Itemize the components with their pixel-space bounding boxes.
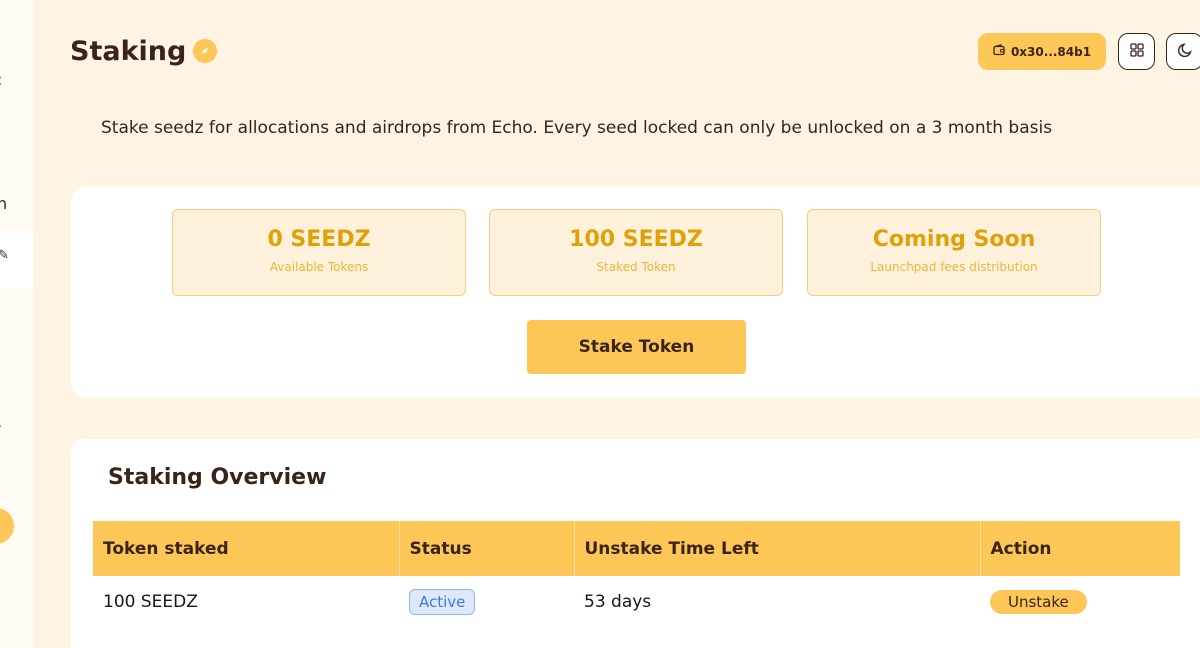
stat-value: 100 SEEDZ	[569, 227, 703, 252]
sidebar-item-icon: ✎	[0, 248, 9, 263]
wallet-icon	[993, 44, 1005, 59]
sidebar: : n ✎ ,	[0, 0, 33, 648]
status-badge: Active	[409, 589, 476, 615]
column-header-status: Status	[399, 521, 575, 576]
column-header-token-staked: Token staked	[93, 521, 400, 576]
stake-token-button[interactable]: Stake Token	[527, 320, 746, 374]
grid-icon	[1129, 43, 1144, 60]
staking-overview-card: Staking Overview Token staked Status Uns…	[71, 439, 1200, 648]
apps-button[interactable]	[1118, 33, 1155, 70]
sidebar-fragment: ,	[0, 412, 2, 431]
sidebar-toggle-button[interactable]	[0, 508, 14, 544]
stat-label: Launchpad fees distribution	[870, 260, 1038, 274]
page-description: Stake seedz for allocations and airdrops…	[101, 118, 1053, 138]
stat-launchpad-fees: Coming Soon Launchpad fees distribution	[807, 209, 1101, 296]
cell-token-staked: 100 SEEDZ	[103, 592, 198, 612]
stat-value: 0 SEEDZ	[267, 227, 371, 252]
sidebar-item-active[interactable]: ✎	[0, 232, 33, 288]
stat-label: Available Tokens	[269, 260, 369, 274]
staking-table: Token staked Status Unstake Time Left Ac…	[93, 521, 1180, 628]
sidebar-fragment: :	[0, 70, 2, 89]
page-title: Staking	[70, 36, 187, 67]
sidebar-fragment: n	[0, 194, 8, 213]
table-header-row: Token staked Status Unstake Time Left Ac…	[93, 521, 1180, 576]
stat-label: Staked Token	[596, 260, 676, 274]
compass-icon	[193, 39, 217, 63]
stat-available-tokens: 0 SEEDZ Available Tokens	[172, 209, 466, 296]
section-title: Staking Overview	[108, 465, 327, 490]
cell-status: Active	[399, 576, 574, 628]
stake-card: 0 SEEDZ Available Tokens 100 SEEDZ Stake…	[71, 187, 1200, 397]
column-header-action: Action	[980, 521, 1180, 576]
stat-value: Coming Soon	[872, 227, 1036, 252]
wallet-button[interactable]: 0x30...84b1	[978, 33, 1106, 70]
theme-toggle-button[interactable]	[1166, 33, 1200, 70]
moon-icon	[1177, 42, 1193, 61]
wallet-address: 0x30...84b1	[1010, 44, 1092, 59]
stat-staked-token: 100 SEEDZ Staked Token	[489, 209, 783, 296]
table-row: 100 SEEDZ Active 53 days Unstake	[93, 576, 1180, 628]
unstake-button[interactable]: Unstake	[990, 590, 1087, 614]
column-header-unstake-time: Unstake Time Left	[574, 521, 981, 576]
cell-time-left: 53 days	[584, 592, 652, 612]
cell-action: Unstake	[980, 576, 1180, 628]
